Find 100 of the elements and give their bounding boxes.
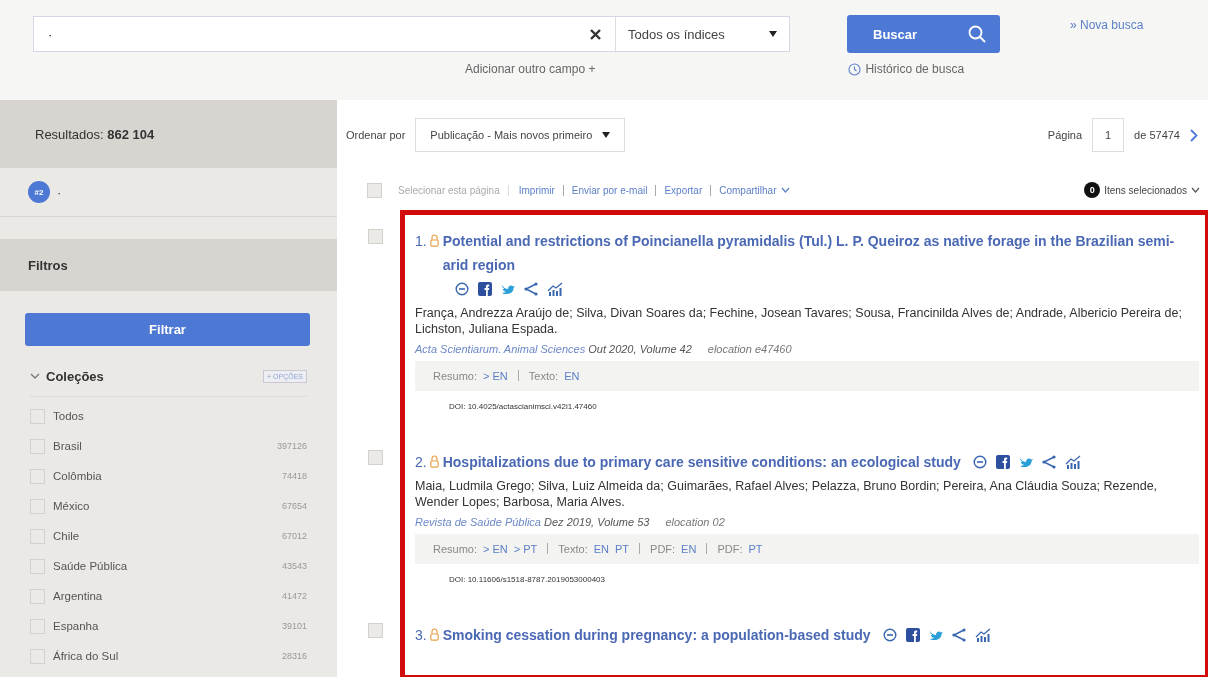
search-button[interactable]: Buscar (847, 15, 1000, 53)
page-total: de 57474 (1134, 129, 1180, 141)
language-link[interactable]: > EN (483, 370, 508, 382)
page-label: Página (1047, 129, 1083, 141)
chevron-icon (30, 372, 40, 380)
checkbox[interactable] (30, 468, 45, 484)
bird-icon[interactable] (500, 283, 515, 295)
collection-label[interactable]: África do Sul (53, 650, 119, 662)
checkbox[interactable] (30, 408, 45, 424)
next-page-icon[interactable] (1190, 128, 1198, 142)
selected-count-badge: 0 (1084, 182, 1101, 198)
link-label: Texto: (558, 543, 588, 555)
sort-select[interactable]: Publicação - Mais novos primeiro (415, 118, 626, 152)
collection-count: 74418 (281, 471, 307, 481)
bird-icon[interactable] (928, 629, 943, 641)
action-link[interactable]: Imprimir (518, 184, 555, 196)
share-icon[interactable] (951, 628, 966, 642)
collection-label[interactable]: Chile (53, 530, 80, 542)
clock-icon (848, 62, 862, 76)
share-icon[interactable] (523, 282, 538, 296)
link-label: Resumo: (433, 543, 478, 555)
chart-icon[interactable] (974, 628, 991, 642)
share-icon[interactable] (1041, 455, 1056, 469)
language-link[interactable]: PT (615, 543, 630, 555)
caret-icon (769, 31, 777, 37)
collection-count: 67654 (281, 501, 307, 511)
social-square-icon[interactable] (905, 628, 920, 642)
selected-items-label[interactable]: Itens selecionados (1104, 184, 1187, 196)
chart-icon[interactable] (546, 282, 563, 296)
link-label: Resumo: (433, 370, 478, 382)
filter-button[interactable]: Filtrar (25, 313, 310, 346)
language-link[interactable]: > PT (513, 543, 538, 555)
action-link[interactable]: Compartilhar (719, 184, 777, 196)
result-authors: França, Andrezza Araújo de; Silva, Divan Soares da; Fechine, Josean Tavares; Sousa, Francinilda Alves de; Andrade, Albericio Pereira de; Lichston, Juliana Espada. (415, 305, 1183, 337)
collections-toggle[interactable]: Coleções (30, 368, 104, 384)
collection-label[interactable]: Colômbia (53, 470, 102, 482)
action-link[interactable]: Enviar por e-mail (571, 184, 648, 196)
language-link[interactable]: EN (593, 543, 609, 555)
collection-label[interactable]: Brasil (53, 440, 82, 452)
checkbox[interactable] (30, 498, 45, 514)
chevron-icon[interactable] (1191, 187, 1200, 193)
checkbox[interactable] (30, 618, 45, 634)
close-icon[interactable] (590, 28, 601, 40)
checkbox[interactable] (367, 182, 382, 198)
collection-count: 67012 (281, 531, 307, 541)
bird-icon[interactable] (1018, 456, 1033, 468)
query-badge[interactable]: #2 (28, 181, 50, 203)
action-link[interactable]: Exportar (664, 184, 703, 196)
language-link[interactable]: PT (748, 543, 763, 555)
language-link[interactable]: EN (564, 370, 580, 382)
new-search-link[interactable]: » Nova busca (1070, 18, 1144, 32)
collection-label[interactable]: Argentina (53, 590, 103, 602)
lock-icon (429, 234, 439, 247)
search-icon (968, 25, 986, 43)
result-title-link[interactable]: Potential and restrictions of Poincianella pyramidalis (Tul.) L. P. Queiroz as native forage in the Brazilian semi-arid region (442, 229, 1199, 277)
language-link[interactable]: EN (681, 543, 697, 555)
comment-icon[interactable] (882, 628, 897, 642)
result-number: 3. (415, 626, 427, 645)
publication-date: Out 2020, Volume 42 (588, 343, 692, 355)
checkbox[interactable] (30, 588, 45, 604)
page-input[interactable]: 1 (1092, 118, 1125, 152)
result-number: 2. (415, 453, 427, 472)
search-history-link[interactable]: Histórico de busca (865, 62, 965, 76)
collection-count: 28316 (281, 651, 307, 661)
lock-icon (429, 455, 439, 468)
result-title-link[interactable]: Smoking cessation during pregnancy: a population-based study (442, 623, 871, 647)
collection-label[interactable]: Espanha (53, 620, 99, 632)
result-authors: Maia, Ludmila Grego; Silva, Luiz Almeida da; Guimarães, Rafael Alves; Pelazza, Bruno Bordin; Pereira, Ana Cláudia Souza; Rezende, Wender Lopes; Barbosa, Maria Alves. (415, 478, 1159, 510)
link-label: PDF: (717, 543, 743, 555)
checkbox[interactable] (368, 229, 383, 244)
index-select[interactable]: Todos os índices (615, 17, 789, 51)
collection-count: 41472 (281, 591, 307, 601)
doi-text: DOI: 10.11606/s1518-8787.2019053000403 (448, 574, 606, 586)
collection-label[interactable]: Saúde Pública (53, 560, 128, 572)
collection-label[interactable]: Todos (53, 410, 84, 422)
language-link[interactable]: > EN (483, 543, 508, 555)
query-text: · (57, 184, 62, 200)
comment-icon[interactable] (454, 282, 469, 296)
link-label: PDF: (650, 543, 676, 555)
checkbox[interactable] (30, 648, 45, 664)
social-square-icon[interactable] (477, 282, 492, 296)
checkbox[interactable] (30, 528, 45, 544)
checkbox[interactable] (30, 558, 45, 574)
journal-link[interactable]: Acta Scientiarum. Animal Sciences (415, 343, 586, 355)
doi-text: DOI: 10.4025/actascianimsci.v42i1.47460 (448, 401, 598, 413)
checkbox[interactable] (30, 438, 45, 454)
collection-count: 43543 (281, 561, 307, 571)
chart-icon[interactable] (1064, 455, 1081, 469)
comment-icon[interactable] (972, 455, 987, 469)
social-square-icon[interactable] (995, 455, 1010, 469)
filters-title: Filtros (28, 257, 68, 273)
link-label: Texto: (528, 370, 559, 382)
journal-link[interactable]: Revista de Saúde Pública (415, 516, 541, 528)
chevron-icon[interactable] (780, 187, 790, 193)
checkbox[interactable] (368, 450, 383, 465)
checkbox[interactable] (368, 623, 383, 638)
add-field-link[interactable]: Adicionar outro campo + (465, 62, 596, 76)
search-field[interactable]: · Todos os índices (33, 16, 790, 52)
collection-label[interactable]: México (53, 500, 90, 512)
result-title-link[interactable]: Hospitalizations due to primary care sensitive conditions: an ecological study (442, 450, 961, 474)
